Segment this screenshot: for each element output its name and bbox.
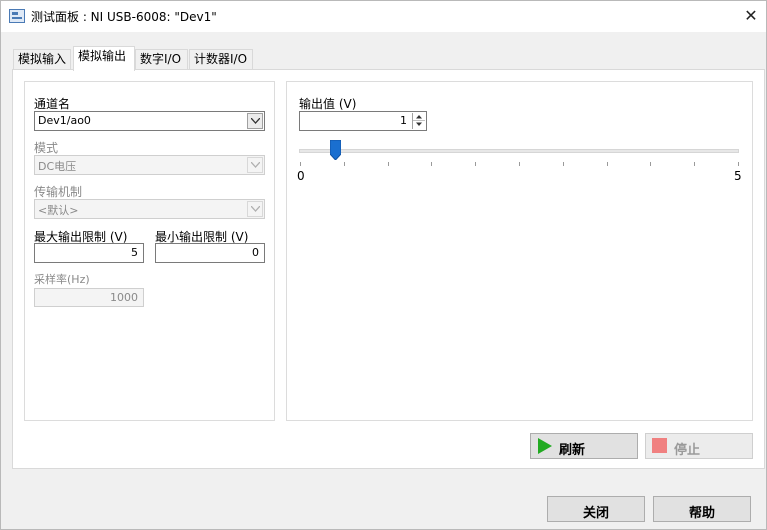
output-value-group <box>286 81 753 421</box>
output-value-stepper[interactable] <box>412 113 425 129</box>
sample-rate-field: 1000 <box>34 288 144 307</box>
output-value-label: 输出值 (V) <box>299 97 357 111</box>
tab-analog-output[interactable]: 模拟输出 <box>73 46 135 71</box>
transfer-mechanism-select: <默认> <box>34 199 265 219</box>
output-slider-thumb[interactable] <box>329 140 341 160</box>
slider-tick <box>738 162 739 166</box>
output-value-value: 1 <box>400 114 407 127</box>
close-icon[interactable]: ✕ <box>742 7 760 25</box>
close-button-label: 关闭 <box>582 506 609 521</box>
output-value-field[interactable]: 1 <box>299 111 427 131</box>
chevron-down-icon[interactable] <box>247 113 263 129</box>
play-icon <box>538 438 552 454</box>
tab-analog-input[interactable]: 模拟输入 <box>13 49 71 70</box>
channel-name-select[interactable]: Dev1/ao0 <box>34 111 265 131</box>
slider-min-label: 0 <box>297 169 305 183</box>
stop-label: 停止 <box>674 443 701 458</box>
stop-icon <box>652 438 667 453</box>
slider-tick <box>606 162 608 166</box>
slider-tick <box>431 162 433 166</box>
max-output-field[interactable]: 5 <box>34 243 144 263</box>
refresh-button[interactable]: 刷新 <box>530 433 638 459</box>
mode-value: DC电压 <box>38 160 77 173</box>
chevron-down-icon <box>247 157 263 173</box>
test-panel-window: 测试面板 : NI USB-6008: "Dev1" ✕ 模拟输入 模拟输出 数… <box>0 0 767 530</box>
slider-tick <box>519 162 520 166</box>
help-button[interactable]: 帮助 <box>653 496 751 522</box>
mode-label: 模式 <box>34 141 59 155</box>
channel-name-value: Dev1/ao0 <box>38 114 91 127</box>
slider-tick <box>562 162 564 166</box>
slider-tick <box>650 162 652 166</box>
slider-tick <box>694 162 696 166</box>
tab-digital-io[interactable]: 数字I/O <box>135 49 188 70</box>
slider-max-label: 5 <box>734 169 742 183</box>
stepper-up-icon[interactable] <box>413 113 425 121</box>
max-output-value: 5 <box>131 246 138 259</box>
close-button[interactable]: 关闭 <box>547 496 645 522</box>
title-bar: 测试面板 : NI USB-6008: "Dev1" ✕ <box>1 1 766 32</box>
transfer-mechanism-value: <默认> <box>38 204 79 217</box>
min-output-field[interactable]: 0 <box>155 243 265 263</box>
sample-rate-value: 1000 <box>110 291 138 304</box>
chevron-down-icon <box>247 201 263 217</box>
slider-tick <box>300 162 301 166</box>
sample-rate-label: 采样率(Hz) <box>34 273 90 286</box>
refresh-label: 刷新 <box>559 443 586 458</box>
transfer-mechanism-label: 传输机制 <box>34 185 83 199</box>
slider-tick <box>475 162 477 166</box>
channel-name-label: 通道名 <box>34 97 71 111</box>
window-title: 测试面板 : NI USB-6008: "Dev1" <box>31 10 217 24</box>
mode-select: DC电压 <box>34 155 265 175</box>
slider-tick <box>387 162 389 166</box>
stop-button: 停止 <box>645 433 753 459</box>
min-output-value: 0 <box>252 246 259 259</box>
output-slider-track[interactable] <box>299 149 739 153</box>
tab-counter-io[interactable]: 计数器I/O <box>189 49 253 70</box>
panel-app-icon <box>9 9 25 23</box>
slider-tick <box>343 162 345 166</box>
stepper-down-icon[interactable] <box>413 121 425 129</box>
help-button-label: 帮助 <box>688 506 715 521</box>
